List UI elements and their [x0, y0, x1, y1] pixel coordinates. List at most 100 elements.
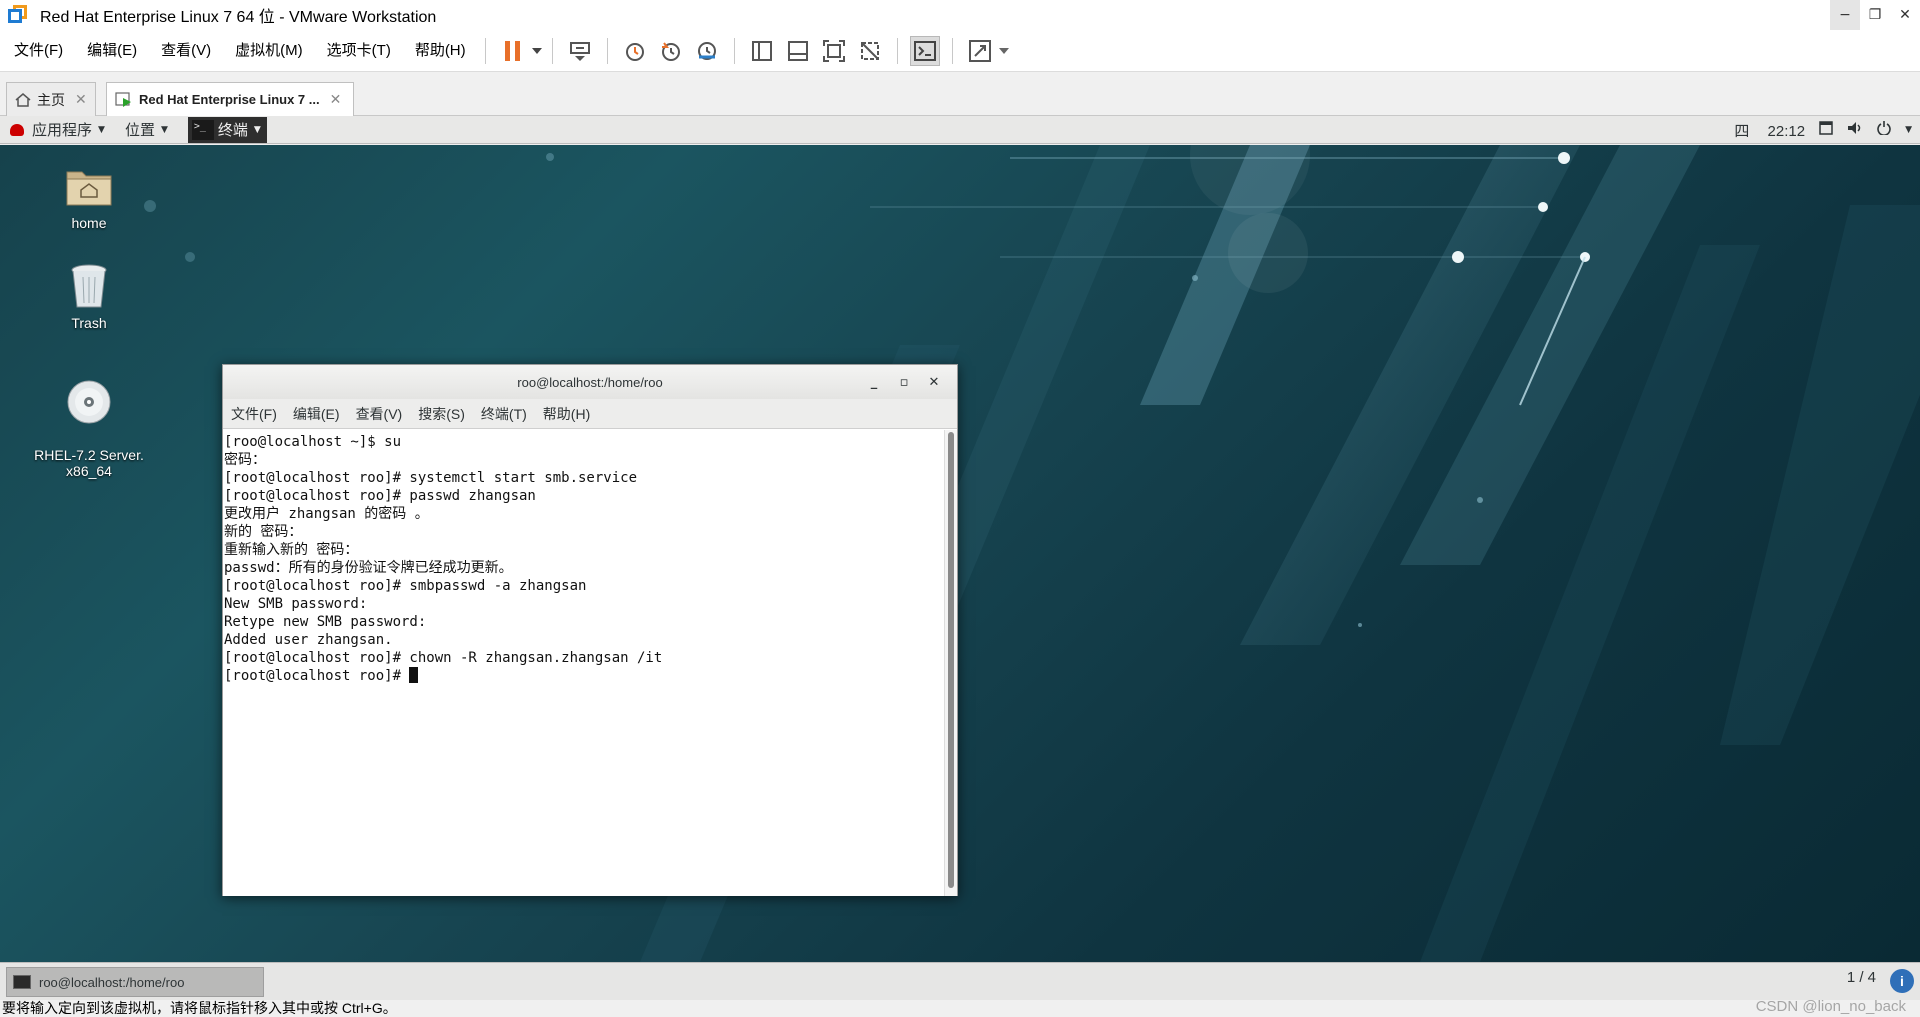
workspace-indicator[interactable]: 1 / 4: [1847, 969, 1876, 986]
terminal-line: [root@localhost roo]# systemctl start sm…: [224, 470, 638, 486]
full-screen-button[interactable]: [819, 36, 849, 66]
snapshot-button[interactable]: [620, 36, 650, 66]
gnome-desktop[interactable]: home Trash RHEL-7.2 Server. x86_64 roo@l…: [0, 145, 1920, 962]
tab-vm[interactable]: Red Hat Enterprise Linux 7 ... ✕: [106, 82, 354, 116]
trash-icon: [64, 261, 114, 311]
terminal-menu-edit[interactable]: 编辑(E): [285, 404, 348, 424]
sidebar-layout-icon: [751, 40, 772, 61]
revert-snapshot-button[interactable]: [656, 36, 686, 66]
terminal-app-button[interactable]: >_ 终端 ▼: [187, 116, 267, 143]
power-dropdown-chevron-icon[interactable]: [531, 36, 543, 66]
send-ctrl-alt-del-button[interactable]: [565, 36, 595, 66]
fullscreen-icon: [822, 39, 845, 62]
stretch-dropdown-chevron-icon[interactable]: [998, 36, 1010, 66]
status-message: 要将输入定向到该虚拟机，请将鼠标指针移入其中或按 Ctrl+G。: [2, 1000, 397, 1016]
menu-help[interactable]: 帮助(H): [401, 30, 476, 72]
terminal-menu-file[interactable]: 文件(F): [223, 404, 285, 424]
terminal-line: [root@localhost roo]# chown -R zhangsan.…: [224, 650, 663, 666]
terminal-menu-search[interactable]: 搜索(S): [410, 404, 473, 424]
watermark: CSDN @lion_no_back: [1755, 998, 1906, 1015]
terminal-menu-view[interactable]: 查看(V): [348, 404, 411, 424]
tab-vm-label: Red Hat Enterprise Linux 7 ...: [139, 92, 320, 107]
window-controls: − ❐ ✕: [1830, 0, 1920, 30]
show-thumbnail-bar-button[interactable]: [783, 36, 813, 66]
power-icon[interactable]: [1877, 121, 1891, 139]
desktop-icon-home[interactable]: home: [29, 161, 149, 231]
close-icon[interactable]: ✕: [330, 91, 342, 108]
terminal-line: Retype new SMB password:: [224, 614, 427, 630]
desktop-icon-rhel-disc[interactable]: RHEL-7.2 Server. x86_64: [29, 361, 149, 495]
places-menu[interactable]: 位置 ▼: [115, 116, 178, 144]
pause-vm-button[interactable]: [498, 36, 528, 66]
home-icon: [15, 92, 31, 107]
gnome-top-panel: 应用程序 ▼ 位置 ▼ >_ 终端 ▼ 四 22:12 ▼: [0, 116, 1920, 144]
taskbar-window-button[interactable]: roo@localhost:/home/roo: [6, 967, 264, 997]
unity-button[interactable]: [855, 36, 885, 66]
console-view-button[interactable]: [909, 35, 940, 66]
scrollbar-thumb[interactable]: [948, 432, 954, 888]
applications-menu-label: 应用程序: [32, 122, 93, 139]
keyboard-send-icon: [569, 41, 590, 61]
vm-console[interactable]: 应用程序 ▼ 位置 ▼ >_ 终端 ▼ 四 22:12 ▼ home Trash…: [0, 116, 1920, 1000]
active-app-menu[interactable]: >_ 终端 ▼: [178, 116, 277, 144]
close-button[interactable]: ✕: [1890, 0, 1920, 30]
stretch-icon: [968, 39, 991, 62]
folder-home-icon: [64, 161, 114, 211]
terminal-menu-help[interactable]: 帮助(H): [535, 404, 598, 424]
toolbar-separator: [606, 37, 608, 64]
toolbar-separator: [896, 37, 898, 64]
stretch-guest-button[interactable]: [965, 36, 995, 66]
close-icon[interactable]: ✕: [75, 91, 87, 108]
menu-vm[interactable]: 虚拟机(M): [221, 30, 313, 72]
show-library-button[interactable]: [747, 36, 777, 66]
toolbar-separator: [551, 37, 553, 64]
terminal-line: Added user zhangsan.: [224, 632, 393, 648]
window-title: Red Hat Enterprise Linux 7 64 位 - VMware…: [40, 9, 437, 26]
menu-tabs[interactable]: 选项卡(T): [313, 30, 401, 72]
terminal-maximize-button[interactable]: ▫: [889, 375, 919, 390]
revert-clock-icon: [661, 41, 680, 61]
console-icon: [913, 40, 936, 61]
terminal-minimize-button[interactable]: _: [859, 375, 889, 390]
status-bar: 要将输入定向到该虚拟机，请将鼠标指针移入其中或按 Ctrl+G。 CSDN @l…: [0, 998, 1920, 1017]
info-icon[interactable]: i: [1890, 969, 1914, 993]
terminal-line: 密码：: [224, 452, 266, 468]
snapshot-manager-button[interactable]: [692, 36, 722, 66]
tab-home[interactable]: 主页 ✕: [6, 82, 96, 116]
clock[interactable]: 四 22:12: [1720, 120, 1805, 141]
menu-view[interactable]: 查看(V): [147, 30, 221, 72]
chevron-down-icon: ▼: [98, 124, 105, 135]
terminal-scrollbar[interactable]: [944, 430, 957, 896]
title-bar: Red Hat Enterprise Linux 7 64 位 - VMware…: [0, 0, 1920, 30]
terminal-menu-terminal[interactable]: 终端(T): [473, 404, 535, 424]
terminal-line: [root@localhost roo]# passwd zhangsan: [224, 488, 536, 504]
redhat-logo-icon: [10, 123, 24, 136]
terminal-window[interactable]: roo@localhost:/home/roo _ ▫ ✕ 文件(F) 编辑(E…: [222, 364, 958, 896]
menu-file[interactable]: 文件(F): [0, 30, 73, 72]
terminal-titlebar[interactable]: roo@localhost:/home/roo _ ▫ ✕: [223, 365, 957, 399]
top-panel-status: 四 22:12 ▼: [1706, 116, 1912, 144]
window-icon[interactable]: [1819, 121, 1833, 139]
minimize-button[interactable]: −: [1830, 0, 1860, 30]
terminal-line: New SMB password:: [224, 596, 368, 612]
places-menu-label: 位置: [124, 122, 155, 139]
terminal-line: 重新输入新的 密码：: [224, 542, 359, 558]
menu-edit[interactable]: 编辑(E): [73, 30, 147, 72]
terminal-line: 更改用户 zhangsan 的密码 。: [224, 506, 429, 522]
vmware-workstation-window: Red Hat Enterprise Linux 7 64 位 - VMware…: [0, 0, 1920, 1017]
toolbar-separator: [484, 37, 486, 64]
toolbar-separator: [951, 37, 953, 64]
volume-icon[interactable]: [1847, 121, 1863, 139]
chevron-down-icon[interactable]: ▼: [1905, 125, 1912, 135]
unity-mode-icon: [860, 41, 879, 60]
terminal-close-button[interactable]: ✕: [919, 375, 949, 390]
terminal-icon: >_: [191, 119, 214, 140]
desktop-icon-trash[interactable]: Trash: [29, 261, 149, 331]
restore-button[interactable]: ❐: [1860, 0, 1890, 30]
snapshot-clock-icon: [625, 42, 644, 61]
terminal-output[interactable]: [roo@localhost ~]$ su 密码： [root@localhost …: [223, 430, 945, 896]
disc-icon: [64, 377, 114, 427]
terminal-cursor: [409, 667, 419, 683]
applications-menu[interactable]: 应用程序 ▼: [0, 116, 115, 144]
desktop-icon-label: Trash: [71, 315, 107, 331]
